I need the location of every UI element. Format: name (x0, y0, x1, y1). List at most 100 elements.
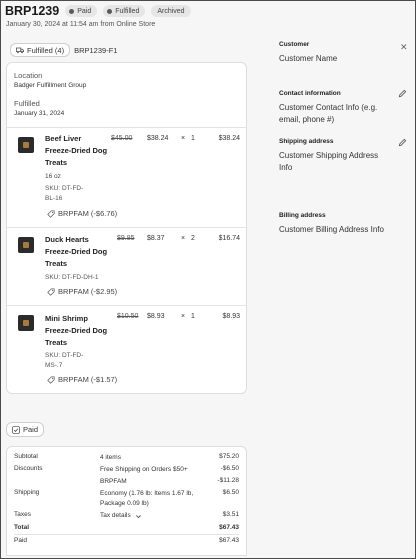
customer-name[interactable]: Customer Name (279, 53, 337, 65)
divider (14, 534, 239, 535)
multiply-sign: × (181, 313, 186, 320)
row-label: Discounts (14, 465, 43, 472)
fulfillment-card: Location Badger Fulfillment Group Fulfil… (6, 62, 247, 394)
row-label: Taxes (14, 511, 31, 518)
truck-icon (16, 47, 24, 54)
line-item[interactable]: Beef Liver Freeze-Dried Dog Treats 16 oz… (7, 127, 248, 227)
item-variant: 16 oz (45, 173, 61, 180)
badge-label: Archived (157, 7, 185, 15)
row-detail: 4 items (100, 454, 121, 461)
shipping-value: Customer Shipping Address Info (279, 151, 379, 172)
payment-card: Subtotal 4 items $75.20 Discounts Free S… (6, 446, 247, 556)
close-icon[interactable]: ✕ (400, 42, 408, 53)
row-amount: $3.51 (222, 511, 239, 518)
contact-section: Contact information Customer Contact Inf… (279, 90, 399, 126)
row-label: Paid (14, 537, 28, 544)
row-label: Total (14, 524, 30, 531)
item-name[interactable]: Beef Liver Freeze-Dried Dog Treats (45, 133, 109, 169)
contact-value: Customer Contact Info (e.g. email, phone… (279, 103, 378, 124)
dot-icon (107, 8, 113, 14)
item-quantity: 1 (191, 313, 195, 320)
item-quantity: 2 (191, 235, 195, 242)
dot-icon (69, 8, 75, 14)
tax-details-label[interactable]: Tax details (100, 511, 131, 521)
paid-status-label: Paid (23, 425, 39, 434)
item-total: $38.24 (218, 135, 240, 142)
multiply-sign: × (181, 235, 186, 242)
product-image (18, 315, 34, 331)
tag-icon (47, 287, 55, 296)
row-amount: $67.43 (219, 537, 239, 544)
item-name[interactable]: Mini Shrimp Freeze-Dried Dog Treats (45, 313, 109, 349)
line-item[interactable]: Mini Shrimp Freeze-Dried Dog Treats SKU:… (7, 305, 248, 391)
multiply-sign: × (181, 135, 186, 142)
fulfillment-id: BRP1239-F1 (74, 45, 118, 55)
item-name[interactable]: Duck Hearts Freeze-Dried Dog Treats (45, 234, 109, 270)
item-original-price: $45.00 (111, 135, 133, 142)
customer-heading: Customer (279, 41, 310, 48)
line-item[interactable]: Duck Hearts Freeze-Dried Dog Treats SKU:… (7, 227, 248, 305)
fulfilled-label: Fulfilled (14, 99, 40, 108)
tag-icon (47, 375, 55, 384)
item-total: $8.93 (222, 313, 240, 320)
contact-heading: Contact information (279, 90, 341, 97)
product-image (18, 237, 34, 253)
location-label: Location (14, 71, 43, 80)
badge-label: Fulfilled (115, 7, 140, 15)
item-price: $8.37 (147, 235, 165, 242)
discount-label: BRPFAM (-$6.76) (58, 209, 118, 218)
billing-heading: Billing address (279, 212, 326, 219)
row-amount: $6.50 (222, 489, 239, 496)
badge-label: Paid (77, 7, 92, 15)
status-badge-archived: Archived (151, 5, 191, 17)
tax-details-toggle[interactable]: Tax details (100, 511, 210, 521)
item-total: $16.74 (218, 235, 240, 242)
item-discount: BRPFAM (-$2.95) (47, 287, 117, 296)
shipping-heading: Shipping address (279, 138, 334, 145)
item-discount: BRPFAM (-$6.76) (47, 209, 117, 218)
billing-address-section: Billing address Customer Billing Address… (279, 212, 389, 236)
item-original-price: $10.50 (117, 313, 139, 320)
item-sku: SKU: DT-FD-DH-1 (45, 274, 99, 281)
product-image (18, 137, 34, 153)
tag-icon (47, 209, 55, 218)
row-amount: $67.43 (219, 524, 239, 531)
row-amount: $75.20 (219, 453, 239, 460)
fulfilled-date: January 31, 2024 (14, 110, 65, 117)
row-detail: Free Shipping on Orders $50+ (100, 466, 188, 473)
paid-status-pill: Paid (6, 422, 45, 437)
item-quantity: 1 (191, 135, 195, 142)
billing-value: Customer Billing Address Info (279, 225, 384, 234)
discount-label: BRPFAM (-$2.95) (58, 287, 118, 296)
row-label: Shipping (14, 489, 40, 496)
item-price: $38.24 (147, 135, 169, 142)
item-sku: SKU: DT-FD-BL-16 (45, 185, 84, 202)
item-price: $8.93 (147, 313, 165, 320)
check-icon (12, 425, 20, 434)
row-amount: -$6.50 (220, 465, 239, 472)
order-subline: January 30, 2024 at 11:54 am from Online… (6, 21, 156, 28)
order-title: BRP1239 (5, 4, 60, 18)
row-label: Subtotal (14, 453, 38, 460)
order-header: BRP1239 Paid Fulfilled Archived (5, 4, 191, 18)
status-badge-fulfilled: Fulfilled (103, 5, 146, 17)
pencil-icon[interactable] (398, 138, 407, 147)
item-sku: SKU: DT-FD-MS-.7 (45, 352, 84, 369)
row-amount: -$11.28 (217, 477, 239, 484)
item-discount: BRPFAM (-$1.57) (47, 375, 117, 384)
row-detail: BRPFAM (100, 478, 127, 485)
shipping-address-section: Shipping address Customer Shipping Addre… (279, 138, 389, 174)
item-original-price: $9.85 (117, 235, 135, 242)
fulfilled-status-label: Fulfilled (4) (27, 45, 65, 55)
discount-label: BRPFAM (-$1.57) (58, 375, 118, 384)
chevron-down-icon[interactable] (135, 513, 142, 520)
fulfillment-header: Fulfilled (4) BRP1239-F1 (10, 43, 117, 57)
location-value: Badger Fulfillment Group (14, 82, 87, 89)
status-badge-paid: Paid (65, 5, 98, 17)
customer-section: Customer Customer Name (279, 41, 337, 65)
location-block: Location Badger Fulfillment Group (14, 71, 86, 89)
pencil-icon[interactable] (398, 89, 407, 98)
order-page: BRP1239 Paid Fulfilled Archived January … (0, 0, 416, 559)
fulfilled-status-pill: Fulfilled (4) (10, 43, 71, 57)
fulfilled-date-block: Fulfilled January 31, 2024 (14, 99, 64, 117)
